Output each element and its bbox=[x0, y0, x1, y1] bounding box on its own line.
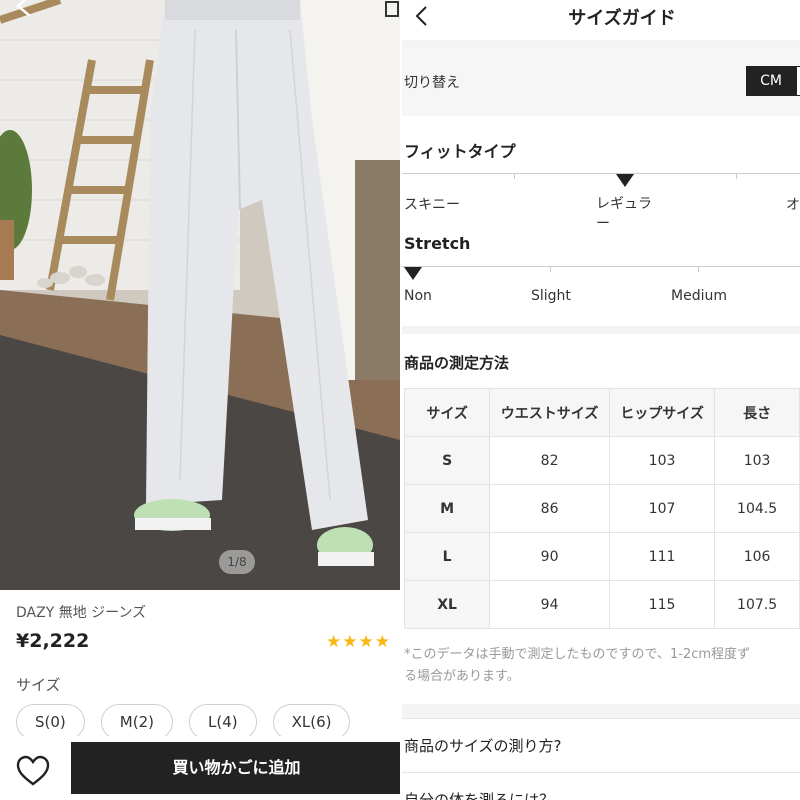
stretch-scale-line bbox=[402, 266, 800, 267]
note-line: る場合があります。 bbox=[404, 669, 520, 684]
size-option-m[interactable]: M(2) bbox=[100, 704, 173, 740]
cell-hip: 115 bbox=[608, 580, 716, 629]
stretch-label-medium: Medium bbox=[671, 288, 727, 304]
fit-label-oversized: オ bbox=[786, 197, 800, 213]
row-size: M bbox=[403, 484, 491, 533]
col-header-size: サイズ bbox=[403, 388, 491, 437]
row-size: L bbox=[403, 532, 491, 581]
measurement-note: *このデータは手動で測定したものですので、1-2cm程度ず る場合があります。 bbox=[404, 644, 800, 688]
cell-hip: 103 bbox=[608, 436, 716, 485]
add-to-cart-button[interactable]: 買い物かごに追加 bbox=[71, 742, 400, 794]
link-how-to-measure-body[interactable]: 自分の体を測るには？ bbox=[402, 772, 800, 800]
image-counter: 1/8 bbox=[219, 550, 255, 574]
col-header-waist: ウエストサイズ bbox=[489, 388, 610, 437]
cell-length: 103 bbox=[714, 436, 800, 485]
product-price: ¥2,222 bbox=[16, 630, 90, 652]
link-label: 自分の体を測るには？ bbox=[404, 791, 555, 800]
fit-label-skinny: スキニー bbox=[404, 197, 460, 213]
unit-cm-button[interactable]: CM bbox=[746, 66, 796, 96]
fit-type-marker bbox=[616, 174, 634, 187]
row-size: S bbox=[403, 436, 491, 485]
bottom-action-bar: 買い物かごに追加 bbox=[0, 736, 400, 800]
table-row: S 82 103 103 bbox=[403, 436, 800, 485]
size-table-header: サイズ ウエストサイズ ヒップサイズ 長さ bbox=[403, 388, 800, 437]
cell-hip: 111 bbox=[608, 532, 716, 581]
col-header-length: 長さ bbox=[714, 388, 800, 437]
rating-stars[interactable]: ★★★★ bbox=[326, 632, 391, 652]
heart-icon[interactable] bbox=[14, 754, 52, 788]
unit-switch-label: 切り替え bbox=[404, 75, 460, 91]
product-photo[interactable]: 1/8 bbox=[0, 0, 400, 590]
cell-hip: 107 bbox=[608, 484, 716, 533]
stretch-scale-tick bbox=[550, 266, 551, 272]
share-icon[interactable] bbox=[384, 0, 400, 18]
table-row: M 86 107 104.5 bbox=[403, 484, 800, 533]
page-title: サイズガイド bbox=[568, 8, 676, 29]
stretch-scale-tick bbox=[698, 266, 699, 272]
cell-waist: 94 bbox=[489, 580, 610, 629]
cell-waist: 82 bbox=[489, 436, 610, 485]
product-title: DAZY 無地 ジーンズ bbox=[16, 605, 147, 621]
unit-switch-row: 切り替え CM bbox=[402, 48, 800, 116]
size-label: サイズ bbox=[16, 676, 61, 694]
size-option-l[interactable]: L(4) bbox=[188, 704, 257, 740]
divider bbox=[402, 40, 800, 48]
size-option-s[interactable]: S(0) bbox=[16, 704, 85, 740]
size-guide-header: サイズガイド bbox=[402, 0, 800, 40]
col-header-hip: ヒップサイズ bbox=[608, 388, 716, 437]
table-row: L 90 111 106 bbox=[403, 532, 800, 581]
fit-scale-tick bbox=[514, 173, 515, 179]
jeans-photo-illustration bbox=[0, 0, 400, 590]
size-guide-panel: サイズガイド 切り替え CM フィットタイプ スキニー レギュラー オ Stre… bbox=[402, 0, 800, 800]
cell-waist: 86 bbox=[489, 484, 610, 533]
product-panel: 1/8 DAZY 無地 ジーンズ ¥2,222 ★★★★ サイズ S(0) M(… bbox=[0, 0, 400, 800]
link-label: 商品のサイズの測り方? bbox=[404, 737, 562, 755]
cell-waist: 90 bbox=[489, 532, 610, 581]
size-option-xl[interactable]: XL(6) bbox=[272, 704, 351, 740]
stretch-label-non: Non bbox=[404, 288, 432, 304]
fit-type-title: フィットタイプ bbox=[404, 142, 516, 161]
link-how-to-measure-item[interactable]: 商品のサイズの測り方? bbox=[402, 718, 800, 762]
table-row: XL 94 115 107.5 bbox=[403, 580, 800, 629]
stretch-title: Stretch bbox=[404, 234, 471, 253]
row-size: XL bbox=[403, 580, 491, 629]
divider bbox=[402, 326, 800, 334]
back-icon[interactable] bbox=[10, 0, 40, 18]
fit-label-regular: レギュラー bbox=[596, 196, 652, 232]
unit-inch-button[interactable] bbox=[796, 66, 800, 96]
size-table: サイズ ウエストサイズ ヒップサイズ 長さ S 82 103 103 M 86 … bbox=[403, 388, 800, 629]
stretch-label-slight: Slight bbox=[531, 288, 571, 304]
fit-scale-line bbox=[402, 173, 800, 174]
divider bbox=[402, 704, 800, 718]
cell-length: 106 bbox=[714, 532, 800, 581]
cell-length: 104.5 bbox=[714, 484, 800, 533]
size-options: S(0) M(2) L(4) XL(6) bbox=[16, 704, 351, 740]
note-line: *このデータは手動で測定したものですので、1-2cm程度ず bbox=[404, 647, 751, 662]
fit-scale-tick bbox=[736, 173, 737, 179]
stretch-marker bbox=[404, 267, 422, 280]
measurement-title: 商品の測定方法 bbox=[404, 354, 510, 372]
cell-length: 107.5 bbox=[714, 580, 800, 629]
